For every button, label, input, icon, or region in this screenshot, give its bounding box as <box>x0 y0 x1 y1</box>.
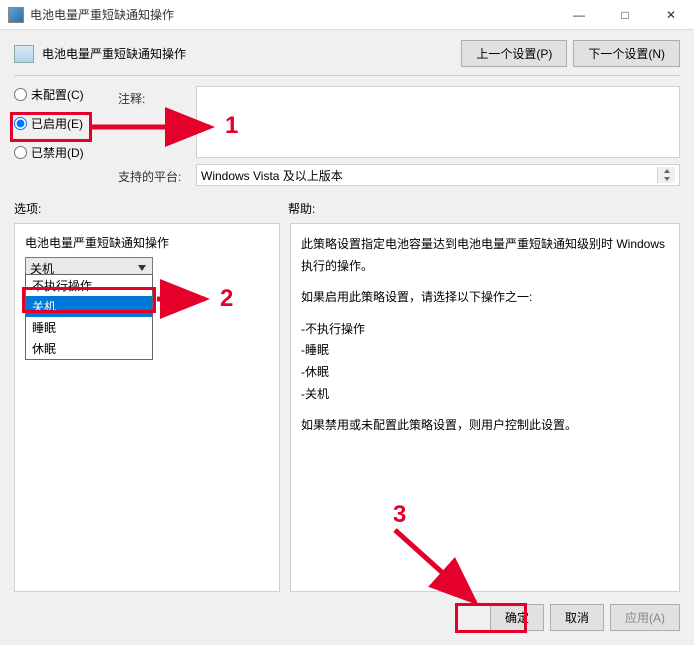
window-title: 电池电量严重短缺通知操作 <box>30 6 556 23</box>
ok-button[interactable]: 确定 <box>490 604 544 631</box>
help-list-item: -睡眠 <box>301 340 669 362</box>
next-setting-button[interactable]: 下一个设置(N) <box>573 40 680 67</box>
radio-enabled[interactable]: 已启用(E) <box>14 115 106 132</box>
radio-label: 已禁用(D) <box>31 144 84 161</box>
apply-button[interactable]: 应用(A) <box>610 604 680 631</box>
help-paragraph: 如果启用此策略设置，请选择以下操作之一: <box>301 287 669 309</box>
action-combo-dropdown: 不执行操作 关机 睡眠 休眠 <box>25 274 153 360</box>
help-list-item: -关机 <box>301 384 669 406</box>
help-panel: 此策略设置指定电池容量达到电池电量严重短缺通知级别时 Windows 执行的操作… <box>290 223 680 592</box>
radio-disabled[interactable]: 已禁用(D) <box>14 144 106 161</box>
radio-label: 已启用(E) <box>31 115 83 132</box>
combo-item[interactable]: 不执行操作 <box>26 275 152 296</box>
platform-label: 支持的平台: <box>118 164 186 185</box>
app-icon <box>8 7 24 23</box>
policy-icon <box>14 45 34 63</box>
help-list-item: -休眠 <box>301 362 669 384</box>
help-paragraph: 此策略设置指定电池容量达到电池电量严重短缺通知级别时 Windows 执行的操作… <box>301 234 669 277</box>
options-panel: 电池电量严重短缺通知操作 关机 不执行操作 关机 睡眠 休眠 <box>14 223 280 592</box>
comment-input[interactable] <box>196 86 680 158</box>
options-panel-title: 电池电量严重短缺通知操作 <box>25 234 269 251</box>
maximize-button[interactable]: □ <box>602 0 648 30</box>
divider <box>14 75 680 76</box>
spinner-icon[interactable] <box>657 167 675 183</box>
help-paragraph: 如果禁用或未配置此策略设置，则用户控制此设置。 <box>301 415 669 437</box>
cancel-button[interactable]: 取消 <box>550 604 604 631</box>
combo-item[interactable]: 睡眠 <box>26 317 152 338</box>
page-title: 电池电量严重短缺通知操作 <box>42 45 453 62</box>
close-button[interactable]: ✕ <box>648 0 694 30</box>
prev-setting-button[interactable]: 上一个设置(P) <box>461 40 567 67</box>
minimize-button[interactable]: — <box>556 0 602 30</box>
comment-label: 注释: <box>118 86 186 107</box>
help-section-label: 帮助: <box>288 200 315 217</box>
radio-not-configured[interactable]: 未配置(C) <box>14 86 106 103</box>
radio-label: 未配置(C) <box>31 86 84 103</box>
platform-readout: Windows Vista 及以上版本 <box>196 164 680 186</box>
help-list-item: -不执行操作 <box>301 319 669 341</box>
options-section-label: 选项: <box>14 200 288 217</box>
combo-item[interactable]: 休眠 <box>26 338 152 359</box>
combo-item[interactable]: 关机 <box>26 296 152 317</box>
titlebar: 电池电量严重短缺通知操作 — □ ✕ <box>0 0 694 30</box>
